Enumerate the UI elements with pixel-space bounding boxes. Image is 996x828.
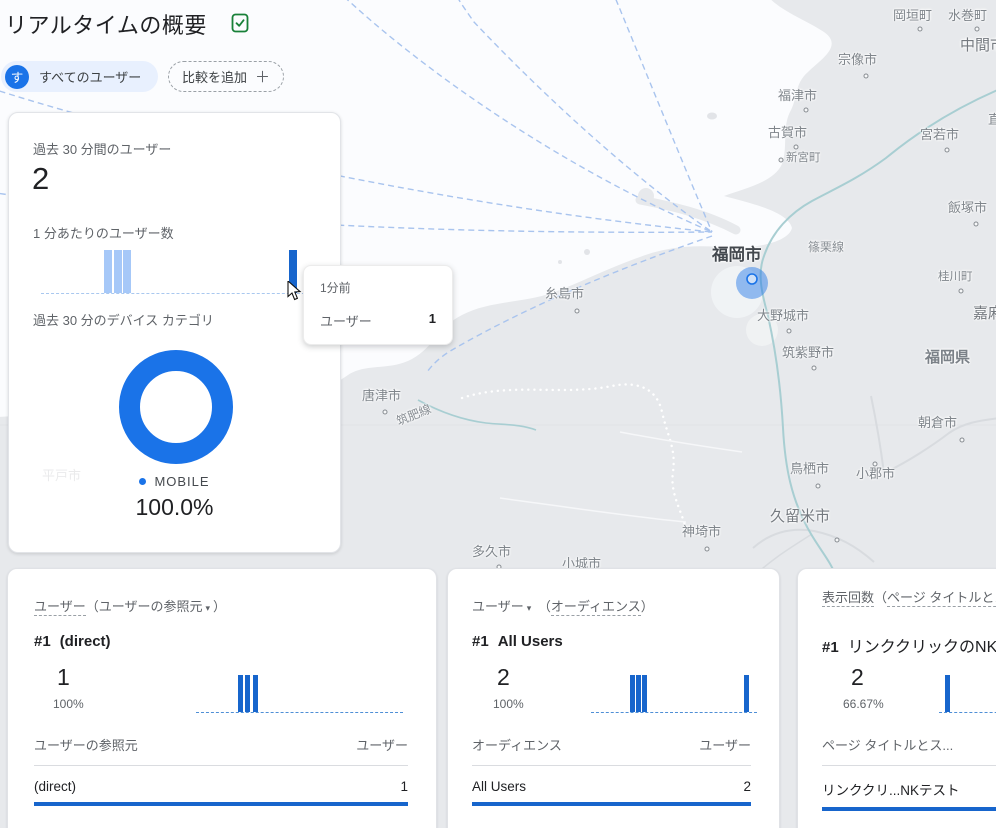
table-header: ユーザーの参照元 ユーザー <box>34 735 408 766</box>
top-entry: #1 All Users <box>472 633 563 650</box>
metric-column-header: ユーザー <box>699 735 751 754</box>
dimension-table: オーディエンス ユーザー All Users 2 <box>472 735 751 806</box>
device-percent: 100.0% <box>9 494 340 521</box>
sparkline-bar[interactable] <box>245 675 250 712</box>
row-progress-bar <box>472 802 751 806</box>
tooltip-time: 1分前 <box>320 279 436 296</box>
tooltip-value: 1 <box>429 311 436 330</box>
rank-number: #1 <box>822 639 839 656</box>
card-metric-selector[interactable]: ユーザー▾ （オーディエンス） <box>472 596 759 619</box>
map-island <box>558 260 562 264</box>
row-value: 2 <box>743 779 751 794</box>
sparkline-bar[interactable] <box>238 675 243 712</box>
add-comparison-label: 比較を追加 <box>182 67 247 86</box>
row-progress-bar <box>34 802 408 806</box>
device-legend-label: MOBILE <box>154 474 209 489</box>
audience-chip-label: すべてのユーザー <box>39 67 141 86</box>
dimension-label[interactable]: ページ タイトルとスクリーン名 <box>887 590 996 607</box>
dimension-label[interactable]: オーディエンス <box>551 599 641 616</box>
sparkline-bar[interactable] <box>744 675 749 712</box>
user-location-marker-center <box>747 274 757 284</box>
tooltip-metric: ユーザー <box>320 311 372 330</box>
chart-tooltip: 1分前 ユーザー 1 <box>303 265 453 345</box>
device-category-donut-chart[interactable] <box>119 350 233 464</box>
sparkline-bar[interactable] <box>114 250 122 293</box>
mini-bar-chart[interactable] <box>196 676 403 713</box>
table-header: オーディエンス ユーザー <box>472 735 751 766</box>
cursor-icon <box>287 281 305 301</box>
dimension-column-header: ページ タイトルとス... <box>822 735 953 754</box>
top-entry-name: (direct) <box>60 633 111 650</box>
metric-percent: 66.67% <box>843 697 884 711</box>
row-label: (direct) <box>34 779 76 794</box>
users-by-audience-card: ユーザー▾ （オーディエンス） #1 All Users 2 100% オーディエ… <box>447 568 780 828</box>
add-comparison-button[interactable]: 比較を追加 ＋ <box>168 61 284 92</box>
sparkline-bar[interactable] <box>123 250 131 293</box>
users-by-source-card: ユーザー（ユーザーの参照元▾） #1 (direct) 1 100% ユーザーの参… <box>7 568 437 828</box>
card-metric-selector[interactable]: 表示回数（ページ タイトルとスクリーン名） <box>822 587 996 608</box>
rank-number: #1 <box>472 633 489 650</box>
table-row[interactable]: (direct) 1 <box>34 766 408 806</box>
dimension-column-header: オーディエンス <box>472 735 562 754</box>
sparkline-bar[interactable] <box>945 675 950 712</box>
views-by-page-card: 表示回数（ページ タイトルとスクリーン名） #1リンククリックのNKテスト 2 … <box>797 568 996 828</box>
legend-dot-icon <box>139 478 146 485</box>
table-row[interactable]: リンククリ...NKテスト <box>822 766 996 811</box>
device-category-label: 過去 30 分のデバイス カテゴリ <box>33 310 214 329</box>
users-30min-value: 2 <box>32 161 49 197</box>
table-header: ページ タイトルとス... <box>822 735 996 766</box>
table-row[interactable]: 動画 - ...のテスト <box>822 811 996 828</box>
row-label: 動画 - ...のテスト <box>822 824 926 828</box>
table-row[interactable]: All Users 2 <box>472 766 751 806</box>
dimension-table: ユーザーの参照元 ユーザー (direct) 1 <box>34 735 408 806</box>
page-title: リアルタイムの概要 <box>5 8 207 40</box>
metric-label[interactable]: ユーザー <box>472 599 524 614</box>
data-quality-check-icon[interactable] <box>229 12 251 34</box>
sparkline-bar[interactable] <box>642 675 647 712</box>
device-legend: MOBILE <box>9 474 340 489</box>
metric-column-header: ユーザー <box>356 735 408 754</box>
metric-value: 1 <box>57 664 70 691</box>
sparkline-bar[interactable] <box>253 675 258 712</box>
dimension-label[interactable]: ユーザーの参照元 <box>99 599 203 614</box>
top-entry-name: リンククリックのNKテスト <box>848 639 996 656</box>
mini-bar-chart[interactable] <box>939 676 996 713</box>
mini-bar-chart[interactable] <box>591 676 757 713</box>
metric-percent: 100% <box>53 697 84 711</box>
rank-number: #1 <box>34 633 51 650</box>
top-entry: #1 リンククリックのNKテスト <box>822 633 996 657</box>
map-island <box>584 249 590 255</box>
sparkline-bar[interactable] <box>630 675 635 712</box>
metric-percent: 100% <box>493 697 524 711</box>
row-label: リンククリ...NKテスト <box>822 779 959 799</box>
card-metric-selector[interactable]: ユーザー（ユーザーの参照元▾） <box>34 596 416 619</box>
metric-value: 2 <box>851 664 864 691</box>
row-value: 1 <box>400 779 408 794</box>
realtime-overview-card: 過去 30 分間のユーザー 2 1 分あたりのユーザー数 過去 30 分のデバイ… <box>8 112 341 553</box>
top-entry-name: All Users <box>498 633 563 650</box>
metric-label[interactable]: ユーザー <box>34 599 86 616</box>
sparkline-bar[interactable] <box>636 675 641 712</box>
users-30min-label: 過去 30 分間のユーザー <box>33 139 171 158</box>
plus-icon: ＋ <box>255 66 270 87</box>
audience-avatar: す <box>5 65 29 89</box>
metric-value: 2 <box>497 664 510 691</box>
realtime-overview-page: 岡垣町水巻町中間市宗像市福津市古賀市新宮町宮若市直方市飯塚市篠栗線桂川町嘉麻市福… <box>0 0 996 828</box>
audience-chip[interactable]: す すべてのユーザー <box>1 61 158 92</box>
dimension-column-header: ユーザーの参照元 <box>34 735 138 754</box>
sparkline-bar[interactable] <box>104 250 112 293</box>
metric-label[interactable]: 表示回数 <box>822 590 874 607</box>
row-label: All Users <box>472 779 526 794</box>
caret-down-icon[interactable]: ▾ <box>206 603 211 613</box>
users-per-minute-label: 1 分あたりのユーザー数 <box>33 223 174 242</box>
dimension-table: ページ タイトルとス... リンククリ...NKテスト 動画 - ...のテスト <box>822 735 996 828</box>
users-per-minute-chart[interactable] <box>41 251 325 294</box>
map-island <box>707 113 717 120</box>
caret-down-icon[interactable]: ▾ <box>527 603 532 613</box>
top-entry: #1 (direct) <box>34 633 111 650</box>
